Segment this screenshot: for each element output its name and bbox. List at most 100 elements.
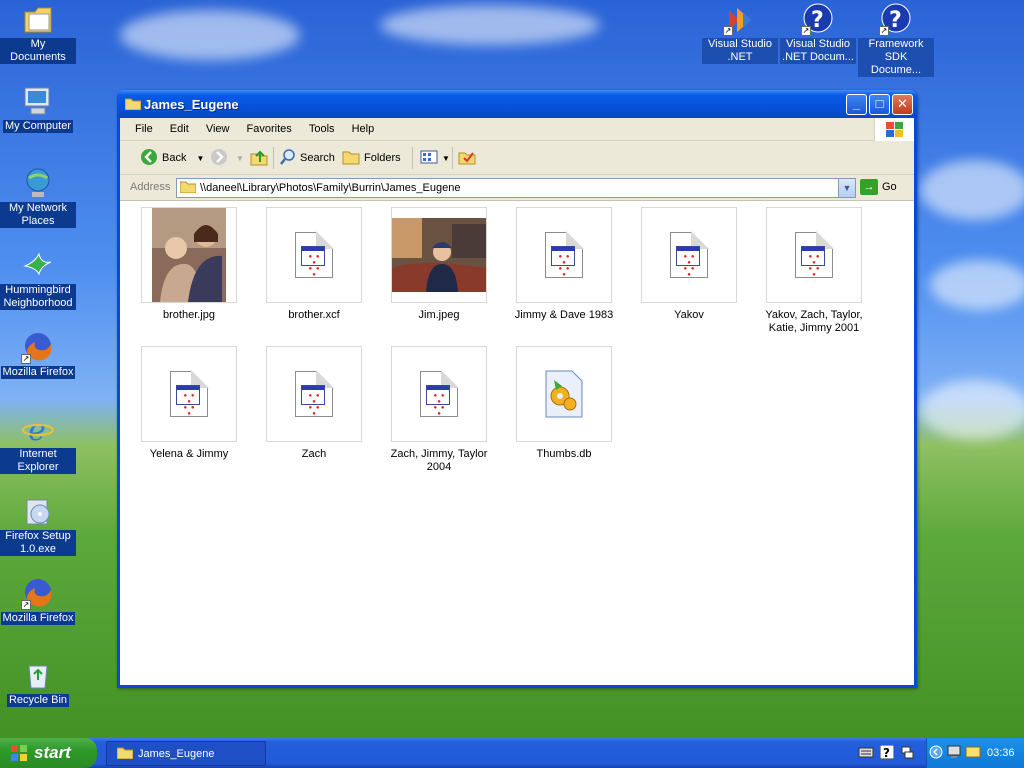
- up-folder-button[interactable]: [250, 147, 272, 169]
- folder-check-icon: [458, 149, 476, 168]
- search-button[interactable]: Search: [280, 147, 335, 169]
- file-item[interactable]: ● ● ● ● ● ● Yakov, Zach, Taylor, Katie, J…: [759, 207, 869, 335]
- desktop-icon-label: Internet Explorer: [0, 448, 76, 474]
- folder-icon: [179, 180, 197, 196]
- quick-icons: ?: [858, 744, 914, 762]
- back-arrow-icon: [140, 148, 158, 169]
- file-item[interactable]: ● ● ● ● ● ● Yelena & Jimmy: [134, 346, 244, 461]
- window-titlebar[interactable]: James_Eugene _ □ ✕: [117, 90, 917, 118]
- file-item[interactable]: ● ● ● ● ● ● Jimmy & Dave 1983: [509, 207, 619, 322]
- start-button[interactable]: start: [0, 738, 97, 768]
- views-grid-icon: [420, 149, 438, 168]
- network-icon[interactable]: [900, 745, 914, 762]
- windows-logo-icon: [874, 118, 914, 141]
- chevron-down-icon[interactable]: ▼: [236, 154, 244, 163]
- generic-file-icon: ● ● ● ● ● ●: [670, 231, 709, 278]
- taskbar-window-button[interactable]: James_Eugene: [106, 741, 266, 766]
- toolbar-separator: [452, 147, 453, 169]
- tray-message-icon[interactable]: [965, 745, 981, 762]
- up-folder-icon: [250, 148, 268, 169]
- address-input[interactable]: \\daneel\Library\Photos\Family\Burrin\Ja…: [176, 178, 856, 198]
- search-label: Search: [300, 152, 335, 164]
- back-button[interactable]: Back ▼: [140, 147, 204, 169]
- toolbar: Back ▼ ▼ Search Folders ▼: [120, 141, 914, 175]
- file-thumbnail: ● ● ● ● ● ●: [766, 207, 862, 303]
- file-item[interactable]: ● ● ● ● ● ● Zach, Jimmy, Taylor 2004: [384, 346, 494, 474]
- folders-button[interactable]: Folders: [342, 147, 401, 169]
- folder-options-button[interactable]: [458, 147, 480, 169]
- svg-text:?: ?: [889, 8, 902, 33]
- tray-computer-icon[interactable]: [947, 745, 963, 762]
- desktop-icon-firefox-1[interactable]: ↗ Mozilla Firefox: [0, 330, 76, 379]
- file-item[interactable]: ● ● ● ● ● ● brother.xcf: [259, 207, 369, 322]
- desktop-icon-internet-explorer[interactable]: e Internet Explorer: [0, 412, 76, 474]
- file-name: Thumbs.db: [536, 448, 592, 460]
- window-body: File Edit View Favorites Tools Help Back…: [120, 118, 914, 685]
- file-name: Zach, Jimmy, Taylor 2004: [390, 448, 488, 473]
- forward-button[interactable]: ▼: [210, 147, 244, 169]
- search-icon: [280, 148, 296, 168]
- start-label: start: [34, 743, 71, 762]
- address-dropdown-button[interactable]: ▼: [838, 179, 855, 197]
- go-arrow-icon: →: [860, 179, 878, 195]
- desktop-icon-label: My Network Places: [0, 202, 76, 228]
- desktop-icon-network-places[interactable]: My Network Places: [0, 166, 76, 228]
- chevron-down-icon[interactable]: ▼: [196, 154, 204, 163]
- file-view: brother.jpg ● ● ● ● ● ● brother.xcf Jim.…: [120, 201, 914, 685]
- tray-expand-icon[interactable]: [929, 745, 943, 762]
- file-name: brother.xcf: [288, 309, 340, 321]
- desktop-icon-vs-docs[interactable]: ? ↗ Visual Studio .NET Docum...: [780, 2, 856, 64]
- file-name: Yelena & Jimmy: [149, 448, 229, 460]
- desktop-icon-my-documents[interactable]: My Documents: [0, 2, 76, 64]
- generic-file-icon: ● ● ● ● ● ●: [295, 231, 334, 278]
- windows-flag-icon: [10, 744, 28, 762]
- views-button[interactable]: ▼: [420, 147, 450, 169]
- wallpaper-cloud: [920, 160, 1024, 220]
- photo-image: [152, 208, 226, 302]
- minimize-button[interactable]: _: [846, 94, 867, 115]
- go-button[interactable]: → Go: [860, 179, 897, 195]
- file-name: Yakov, Zach, Taylor, Katie, Jimmy 2001: [765, 309, 863, 334]
- menu-favorites[interactable]: Favorites: [240, 118, 299, 135]
- desktop-icon-firefox-setup[interactable]: Firefox Setup 1.0.exe: [0, 494, 76, 556]
- generic-file-icon: ● ● ● ● ● ●: [295, 370, 334, 417]
- file-thumbnail: ● ● ● ● ● ●: [516, 207, 612, 303]
- maximize-button[interactable]: □: [869, 94, 890, 115]
- menu-edit[interactable]: Edit: [163, 118, 196, 135]
- close-button[interactable]: ✕: [892, 94, 913, 115]
- clock[interactable]: 03:36: [987, 747, 1015, 759]
- desktop-icon-label: Visual Studio .NET: [702, 38, 778, 64]
- taskbar: start James_Eugene ? 03:36: [0, 738, 1024, 768]
- menu-tools[interactable]: Tools: [302, 118, 342, 135]
- desktop-icon-my-computer[interactable]: My Computer: [0, 84, 76, 133]
- desktop-icon-hummingbird[interactable]: Hummingbird Neighborhood: [0, 248, 76, 310]
- toolbar-separator: [412, 147, 413, 169]
- file-name: brother.jpg: [163, 309, 215, 321]
- keyboard-icon[interactable]: [858, 745, 874, 762]
- file-thumbnail: ● ● ● ● ● ●: [141, 346, 237, 442]
- file-item[interactable]: Thumbs.db: [509, 346, 619, 461]
- menu-file[interactable]: File: [128, 118, 160, 135]
- desktop-icon-label: Visual Studio .NET Docum...: [780, 38, 856, 64]
- desktop-icon-label: Framework SDK Docume...: [858, 38, 934, 77]
- shortcut-arrow-icon: ↗: [801, 26, 811, 36]
- file-item[interactable]: Jim.jpeg: [384, 207, 494, 322]
- desktop-icon-firefox-2[interactable]: ↗ Mozilla Firefox: [0, 576, 76, 625]
- file-item[interactable]: brother.jpg: [134, 207, 244, 322]
- desktop-icon-sdk-docs[interactable]: ? ↗ Framework SDK Docume...: [858, 2, 934, 77]
- file-item[interactable]: ● ● ● ● ● ● Yakov: [634, 207, 744, 322]
- desktop-icon-visual-studio[interactable]: ↗ Visual Studio .NET: [702, 2, 778, 64]
- file-item[interactable]: ● ● ● ● ● ● Zach: [259, 346, 369, 461]
- firefox-icon: ↗: [21, 576, 55, 610]
- menu-view[interactable]: View: [199, 118, 237, 135]
- desktop-icon-recycle-bin[interactable]: Recycle Bin: [0, 658, 76, 707]
- file-name: Jimmy & Dave 1983: [514, 309, 614, 321]
- shortcut-arrow-icon: ↗: [723, 26, 733, 36]
- system-tray: 03:36: [926, 738, 1024, 768]
- recycle-bin-icon: [21, 658, 55, 692]
- explorer-window: James_Eugene _ □ ✕ File Edit View Favori…: [117, 90, 917, 688]
- network-places-icon: [21, 166, 55, 200]
- hummingbird-icon: [21, 248, 55, 282]
- menu-help[interactable]: Help: [345, 118, 382, 135]
- help-icon[interactable]: ?: [879, 744, 895, 762]
